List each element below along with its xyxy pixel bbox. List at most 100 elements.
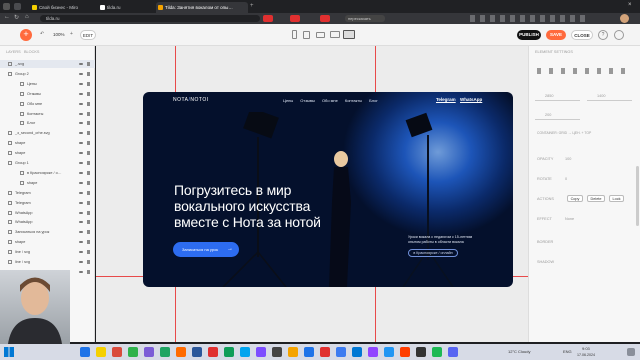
layer-row[interactable]: Отзывы	[0, 90, 95, 98]
lock-icon[interactable]	[87, 220, 90, 225]
lock-icon[interactable]	[87, 111, 90, 116]
help-icon[interactable]: ?	[598, 30, 608, 40]
lock-icon[interactable]	[87, 161, 90, 165]
visibility-icon[interactable]	[79, 221, 83, 224]
taskbar-app-icon[interactable]	[208, 347, 218, 357]
visibility-icon[interactable]	[79, 251, 83, 254]
layer-row[interactable]: line / svg	[0, 258, 95, 266]
layer-row[interactable]: в Красноярске / о…	[0, 169, 95, 177]
layer-row[interactable]: shape	[0, 179, 95, 187]
lock-icon[interactable]	[87, 170, 90, 175]
taskbar-app-icon[interactable]	[352, 347, 362, 357]
taskbar-app-icon[interactable]	[448, 347, 458, 357]
home-icon[interactable]: ⌂	[25, 14, 29, 20]
taskbar-app-icon[interactable]	[400, 347, 410, 357]
device-desktop-icon[interactable]	[343, 30, 355, 39]
layer-row[interactable]: shape	[0, 139, 95, 147]
taskbar-app-icon[interactable]	[432, 347, 442, 357]
opacity-input[interactable]: 100	[565, 157, 571, 161]
effect-select[interactable]: None	[565, 217, 574, 221]
zoom-level[interactable]: 100%	[53, 32, 65, 37]
border-section[interactable]: BORDER	[537, 240, 553, 244]
layers-tab[interactable]: LAYERS	[6, 50, 21, 54]
w-field[interactable]: 200	[535, 113, 580, 120]
bookmark-pereskazat[interactable]: пересказать	[345, 15, 385, 22]
visibility-icon[interactable]	[79, 191, 83, 194]
panel-scrollbar[interactable]	[636, 166, 639, 226]
lock-icon[interactable]	[87, 260, 90, 264]
visibility-icon[interactable]	[79, 162, 83, 164]
x-field[interactable]: 2850	[535, 94, 580, 101]
taskbar-app-icon[interactable]	[224, 347, 234, 357]
lock-icon[interactable]	[87, 151, 90, 156]
taskbar-app-icon[interactable]	[272, 347, 282, 357]
extension-icons[interactable]	[470, 15, 590, 22]
visibility-icon[interactable]	[79, 152, 83, 155]
copy-button[interactable]: Copy	[567, 195, 583, 202]
layer-row[interactable]: WhatsApp	[0, 218, 95, 226]
profile-avatar[interactable]	[620, 14, 629, 23]
nav-item-reviews[interactable]: Отзывы	[300, 98, 315, 103]
visibility-icon[interactable]	[79, 261, 83, 263]
align-icons-row[interactable]	[537, 68, 632, 74]
y-field[interactable]: 1400	[587, 94, 632, 101]
lock-icon[interactable]	[87, 121, 90, 126]
back-icon[interactable]: ←	[4, 14, 10, 20]
taskbar-app-icon[interactable]	[288, 347, 298, 357]
layer-row[interactable]: line / svg	[0, 248, 95, 256]
lock-button[interactable]: Lock	[609, 195, 624, 202]
close-button[interactable]: CLOSE	[571, 30, 593, 40]
reload-icon[interactable]: ↻	[14, 14, 19, 21]
lock-icon[interactable]	[87, 190, 90, 195]
layer-row[interactable]: Контакты	[0, 110, 95, 118]
lock-icon[interactable]	[87, 230, 90, 235]
add-element-button[interactable]: +	[20, 29, 32, 41]
publish-button[interactable]: PUBLISH	[517, 30, 541, 40]
taskbar-app-icon[interactable]	[256, 347, 266, 357]
save-button[interactable]: SAVE	[546, 30, 566, 40]
visibility-icon[interactable]	[79, 72, 83, 75]
device-tablet-landscape-icon[interactable]	[316, 32, 325, 38]
lock-icon[interactable]	[87, 81, 90, 86]
lock-icon[interactable]	[87, 101, 90, 106]
device-laptop-icon[interactable]	[330, 31, 340, 38]
bookmark-red-3[interactable]	[320, 15, 330, 22]
nav-item-prices[interactable]: Цены	[283, 98, 293, 103]
nav-item-blog[interactable]: Блог	[369, 98, 378, 103]
blocks-tab[interactable]: BLOCKS	[24, 50, 39, 54]
layer-row[interactable]: Блог	[0, 119, 95, 127]
lock-icon[interactable]	[87, 141, 90, 146]
weather-text[interactable]: 12°C Cloudy	[508, 349, 531, 354]
visibility-icon[interactable]	[79, 82, 83, 85]
visibility-icon[interactable]	[79, 201, 83, 204]
taskbar-app-icon[interactable]	[416, 347, 426, 357]
bookmark-red-1[interactable]	[263, 15, 273, 22]
taskbar-app-icon[interactable]	[96, 347, 106, 357]
device-mobile-icon[interactable]	[292, 30, 297, 39]
clock-date[interactable]: 17.06.2024	[577, 353, 595, 357]
browser-menu-icon[interactable]	[3, 3, 10, 10]
language-indicator[interactable]: ENG	[563, 349, 572, 354]
notification-icon[interactable]	[627, 348, 635, 356]
visibility-icon[interactable]	[79, 112, 83, 115]
visibility-icon[interactable]	[79, 92, 83, 95]
lock-icon[interactable]	[87, 269, 90, 274]
layer-row[interactable]: Telegram	[0, 189, 95, 197]
telegram-link[interactable]: Telegram	[436, 97, 456, 102]
url-field[interactable]: tilda.ru	[40, 15, 260, 22]
taskbar-app-icon[interactable]	[368, 347, 378, 357]
nav-item-contacts[interactable]: Контакты	[345, 98, 362, 103]
taskbar-app-icon[interactable]	[112, 347, 122, 357]
layer-row[interactable]: Обо мне	[0, 100, 95, 108]
layer-row[interactable]: Цены	[0, 80, 95, 88]
visibility-icon[interactable]	[79, 122, 83, 125]
taskbar-app-icon[interactable]	[384, 347, 394, 357]
layer-row[interactable]: Group 2	[0, 70, 95, 78]
visibility-icon[interactable]	[79, 211, 83, 214]
lock-icon[interactable]	[87, 210, 90, 215]
layer-row[interactable]: shape	[0, 149, 95, 157]
edit-mode-button[interactable]: EDIT	[80, 30, 96, 40]
taskbar-app-icon[interactable]	[128, 347, 138, 357]
taskbar-app-icon[interactable]	[304, 347, 314, 357]
taskbar-app-icon[interactable]	[144, 347, 154, 357]
